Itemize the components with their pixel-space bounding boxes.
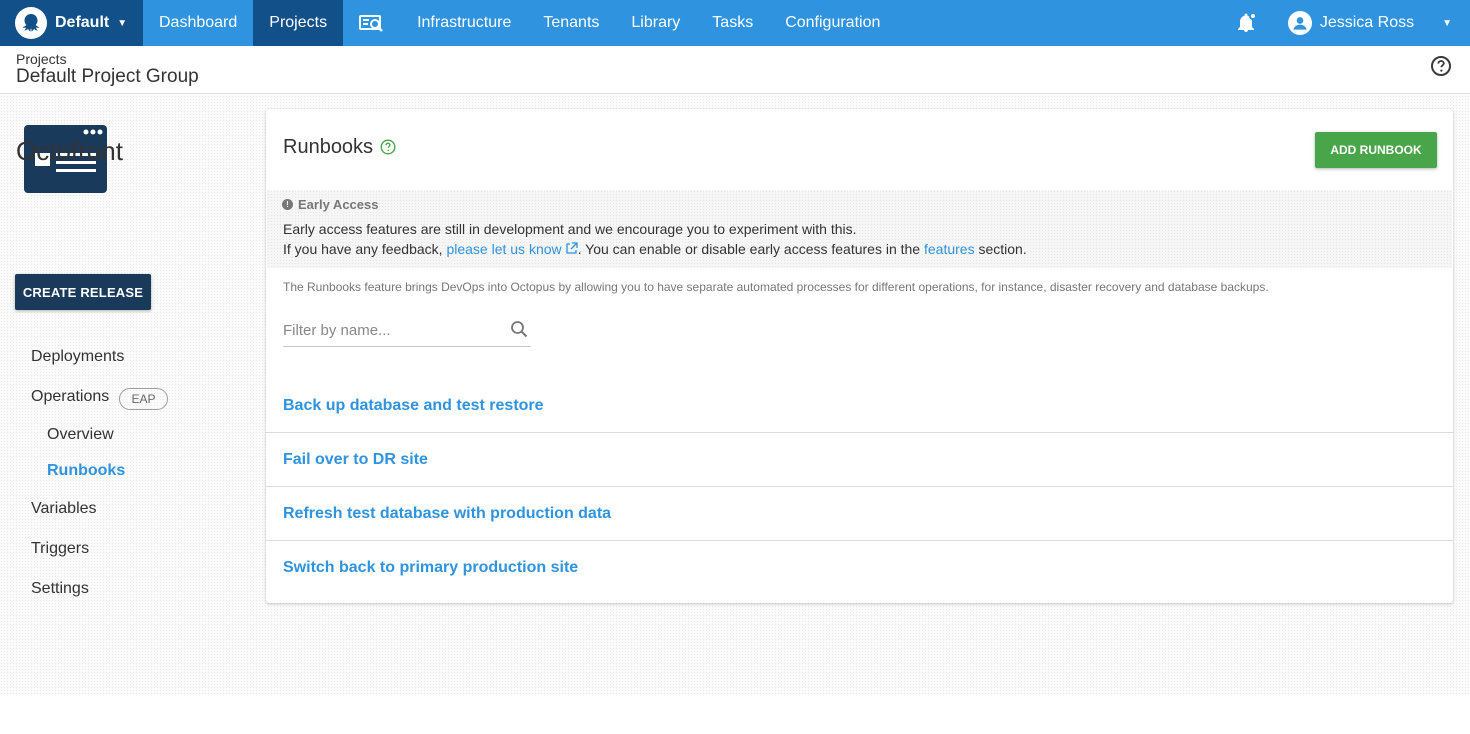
runbook-row[interactable]: Back up database and test restore: [266, 379, 1453, 433]
nav-dashboard[interactable]: Dashboard: [143, 0, 253, 46]
chevron-down-icon: ▼: [117, 17, 128, 29]
early-access-title: Early Access: [298, 197, 379, 212]
early-access-heading: ! Early Access: [282, 197, 378, 212]
bell-icon[interactable]: [1234, 11, 1258, 35]
page-title: Default Project Group: [16, 66, 199, 87]
runbook-row[interactable]: Fail over to DR site: [266, 433, 1453, 487]
filter-input[interactable]: [283, 321, 503, 339]
avatar: [1287, 11, 1312, 35]
project-name: Octofront: [16, 136, 123, 166]
breadcrumb[interactable]: Projects: [16, 51, 67, 67]
sidebar-item-overview[interactable]: Overview: [47, 426, 114, 444]
card-title: Runbooks: [283, 136, 374, 158]
nav-projects[interactable]: Projects: [253, 0, 344, 46]
info-icon: !: [282, 199, 293, 210]
runbook-row[interactable]: Switch back to primary production site: [266, 541, 1453, 595]
help-icon[interactable]: [380, 139, 396, 155]
early-access-line2: If you have any feedback, please let us …: [283, 241, 1027, 257]
sidebar-item-deployments[interactable]: Deployments: [31, 348, 124, 366]
external-link-icon: [565, 242, 578, 254]
nav-tasks[interactable]: Tasks: [696, 0, 769, 46]
create-release-button[interactable]: CREATE RELEASE: [15, 274, 151, 310]
runbooks-card: Runbooks ADD RUNBOOK ! Early Access Earl…: [266, 109, 1453, 603]
feedback-link-label: please let us know: [446, 241, 562, 257]
eap-badge: EAP: [119, 388, 168, 410]
early-access-text: . You can enable or disable early access…: [577, 241, 924, 257]
early-access-text: If you have any feedback,: [283, 241, 447, 257]
top-navigation: Default ▼ Dashboard Projects Infrastruct…: [0, 0, 1470, 46]
sidebar-item-triggers[interactable]: Triggers: [31, 540, 89, 558]
runbook-row[interactable]: Refresh test database with production da…: [266, 487, 1453, 541]
add-runbook-button[interactable]: ADD RUNBOOK: [1315, 132, 1437, 168]
user-name: Jessica Ross: [1319, 14, 1415, 31]
search-servers-icon: [359, 15, 383, 32]
nav-tenants[interactable]: Tenants: [527, 0, 615, 46]
sidebar-item-variables[interactable]: Variables: [31, 500, 97, 518]
octopus-logo-icon: [15, 7, 47, 39]
nav-infrastructure[interactable]: Infrastructure: [401, 0, 527, 46]
early-access-text: section.: [974, 241, 1027, 257]
feedback-link[interactable]: please let us know: [446, 241, 578, 257]
space-name: Default: [55, 14, 110, 31]
nav-library[interactable]: Library: [615, 0, 696, 46]
sidebar-item-settings[interactable]: Settings: [31, 580, 89, 598]
filter-field: [283, 314, 531, 347]
nav-configuration[interactable]: Configuration: [769, 0, 896, 46]
help-icon[interactable]: [1430, 55, 1452, 77]
search-icon: [511, 321, 528, 338]
sidebar-item-runbooks[interactable]: Runbooks: [47, 462, 125, 480]
notification-dot: [1248, 12, 1257, 20]
space-switcher[interactable]: Default ▼: [0, 0, 143, 46]
sidebar-item-operations[interactable]: Operations: [31, 388, 109, 406]
user-menu[interactable]: Jessica Ross ▼: [1287, 11, 1452, 35]
nav-search-icon[interactable]: [343, 0, 401, 46]
chevron-down-icon: ▼: [1442, 17, 1452, 29]
runbooks-description: The Runbooks feature brings DevOps into …: [283, 280, 1269, 294]
page-header: Projects Default Project Group: [0, 46, 1470, 94]
nav-right: Jessica Ross ▼: [1234, 0, 1470, 46]
features-link[interactable]: features: [924, 241, 975, 257]
early-access-line1: Early access features are still in devel…: [283, 221, 857, 237]
